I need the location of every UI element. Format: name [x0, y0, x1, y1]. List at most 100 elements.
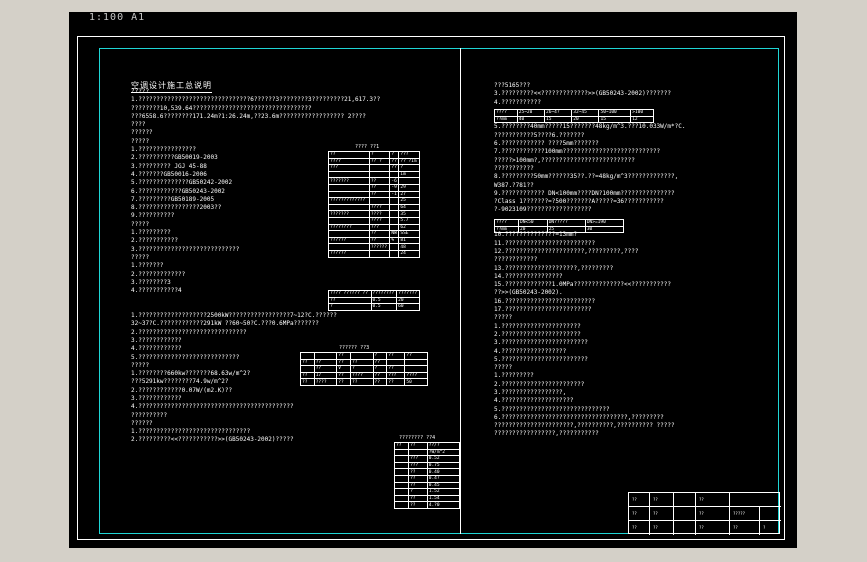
table-cell: ? [328, 303, 372, 311]
table-cell: ? [408, 488, 428, 496]
table-cell: ?? [386, 378, 406, 386]
table-row: ?? 0.5 20 [328, 296, 420, 305]
table-cell [389, 197, 400, 205]
table-cell: ????????????? [328, 197, 370, 205]
table-cell: 15 [544, 115, 573, 124]
table-row: ???? 25~20 26~4? 32~45 50~100 >100 [494, 109, 654, 117]
table-cell: ??? [328, 164, 370, 172]
note-line: 2.?????????<<???????????>>(GB50243-2002)… [131, 436, 294, 444]
table-cell: 40 [516, 115, 546, 124]
note-line: 1.???????????????????2500kW?????????????… [131, 312, 337, 320]
table-cell: ??? [408, 455, 428, 463]
table-cell [389, 223, 400, 232]
table-cell: ?? [372, 371, 388, 380]
table-row: ?? -9 29 [328, 183, 420, 192]
note-line: ?-9023109?????????????????? [494, 206, 592, 214]
note-line: 4.?????????????????? [494, 347, 567, 355]
left-notes-column: ????? 1.???????????????????????????????6?… [131, 88, 401, 445]
viewport-zoom-label[interactable]: 1:100 A1 [89, 12, 145, 23]
table-cell: ?? [313, 365, 338, 373]
table-row: ?? -1 27 [328, 190, 420, 199]
table-cell: ?? [300, 371, 315, 380]
table-row: ????????% 81 [328, 236, 420, 245]
table-row: ?????? 24 [328, 249, 420, 258]
table-cell: ?? [328, 296, 372, 305]
table-cell: ?? [368, 190, 391, 199]
note-line: 3.???????????? [131, 394, 182, 402]
table-cell: 1.52 [426, 488, 461, 496]
table-cell: 0.4? [426, 474, 461, 483]
table-row: ?W/m^2 [393, 448, 461, 457]
table-cell: ?? ?Im [398, 157, 420, 166]
table-cell: 50~100 [598, 109, 632, 117]
outdoor-design-parameters-table: ????????????? ????? ?Im?????? Im?????????… [328, 151, 420, 258]
table-cell: ??? [386, 371, 406, 380]
note-line: ???5165??? [494, 82, 531, 89]
table-cell [393, 481, 410, 490]
table-cell [389, 216, 400, 225]
note-line: ?????? [131, 129, 153, 137]
note-line: ?????>100mm?,?????????????????????????? [494, 156, 635, 164]
drawing-title-block[interactable]: ?? ?? ?? ?? ?? ?? ????? ?? ?? ?? ?? ? [628, 492, 781, 535]
note-line: 3.???????????????????????? [494, 339, 588, 347]
note-line: W387.?781?? [494, 181, 534, 189]
note-line: ?????????????????,??????????? [494, 430, 599, 438]
title-block-label: ?? [699, 497, 704, 502]
table-cell: ??/? [426, 442, 461, 450]
note-line: ???????????5????6.??????? [494, 131, 585, 139]
table-cell [368, 249, 391, 258]
table-row: ???? 5.7 [328, 216, 420, 225]
table-cell: 5.7 [398, 216, 420, 225]
note-line: 13.????????????????????,????????? [494, 264, 614, 272]
table-cell [328, 230, 370, 238]
table-row: ?????? [328, 164, 420, 172]
note-line: 3.?????????????????, [494, 388, 567, 396]
table-cell: 1.54 [426, 494, 461, 503]
table-cell [389, 249, 400, 258]
table-row: ???? ??/? [393, 442, 461, 450]
table-cell: ?? ? [368, 157, 391, 166]
note-line: 15.?????????????1.0MPa??????????????<<??… [494, 281, 672, 289]
table-row: ?? 0.40 [393, 468, 461, 476]
table-cell [328, 190, 370, 199]
table-row: ? 1.52 [393, 488, 461, 496]
table-cell: ???? [368, 203, 391, 212]
table-cell: -1 [389, 190, 400, 199]
table-cell: ?? [349, 378, 374, 386]
table-cell: ???? [349, 371, 374, 380]
note-line: 32~37?C.????????????291kW ??60~50?C.???0… [131, 320, 319, 328]
table-row: ??????????? 35 [328, 210, 420, 218]
table-cell [300, 352, 315, 360]
note-line: ????? [131, 88, 150, 95]
table-cell: 0.5 [370, 296, 398, 305]
envelope-heat-transfer-table: ???? ??/? ?W/m^2??? 0.52??? 0.75?? 0.40?? 0.4?… [393, 442, 461, 509]
note-line: ???????????? [494, 256, 538, 264]
table-cell: 0.75 [426, 461, 461, 470]
note-line: 5.????????40mm?????15???????48kg/m^3.???… [494, 123, 686, 131]
table-row: ??????????? 62 [328, 223, 420, 232]
table-cell: ??????? [396, 290, 420, 298]
table-cell [328, 243, 370, 251]
note-line: ???? [131, 121, 146, 129]
table-cell: 26~4? [544, 109, 573, 117]
table-cell: ?? [386, 365, 406, 373]
note-line: 11.????????????????????????? [494, 239, 596, 247]
table-cell: ???? [368, 216, 391, 225]
table-cell: ???? [313, 378, 338, 386]
table-cell [389, 203, 400, 212]
table-cell: 27 [398, 190, 420, 199]
cad-drawing-canvas[interactable]: 1:100 A1 空调设计施工总说明 ????? 1.??????????????… [69, 12, 797, 548]
table-cell [386, 358, 406, 367]
table-cell: ?? [349, 358, 374, 367]
note-line: ????? [494, 364, 513, 372]
note-line: 4.??????????? [494, 98, 541, 106]
title-block-label: ?? [653, 497, 658, 502]
table-cell: ? [368, 151, 391, 159]
table-cell: 60 [396, 303, 420, 311]
note-line: 1.?????????????????????? [494, 322, 581, 330]
table-cell: ?? [336, 371, 351, 380]
note-line: 6.???????????? ????5mm??????? [494, 140, 599, 148]
table-cell [393, 501, 410, 509]
table-cell: 48 [398, 243, 420, 251]
note-line: 4.???????????????????? [494, 397, 574, 405]
